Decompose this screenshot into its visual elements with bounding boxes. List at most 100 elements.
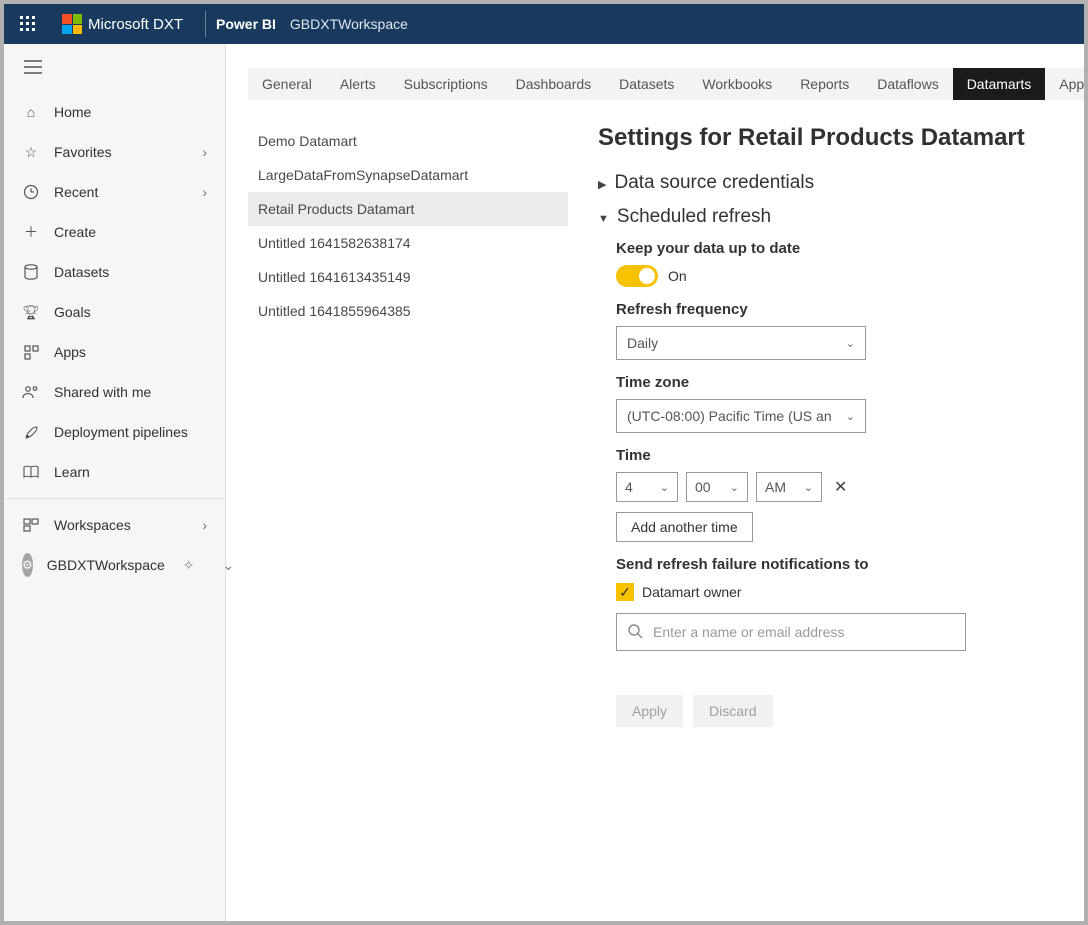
- chevron-down-icon: ⌄: [846, 337, 855, 350]
- chevron-down-icon: ⌄: [846, 410, 855, 423]
- search-icon: [627, 623, 643, 642]
- microsoft-squares-icon: [62, 14, 82, 34]
- toggle-state-label: On: [668, 268, 687, 284]
- workspaces-icon: [22, 518, 40, 532]
- timezone-select[interactable]: (UTC-08:00) Pacific Time (US an ⌄: [616, 399, 866, 433]
- microsoft-logo: Microsoft DXT: [62, 14, 183, 34]
- time-hour-value: 4: [625, 479, 633, 495]
- time-minute-value: 00: [695, 479, 711, 495]
- sidebar-item-learn[interactable]: Learn: [4, 452, 225, 492]
- content-area: GeneralAlertsSubscriptionsDashboardsData…: [226, 44, 1084, 921]
- sidebar-item-label: Deployment pipelines: [54, 424, 188, 440]
- keep-data-label: Keep your data up to date: [616, 240, 1052, 257]
- sidebar-item-label: Recent: [54, 184, 98, 200]
- time-ampm-value: AM: [765, 479, 786, 495]
- section-refresh-toggle[interactable]: Scheduled refresh: [598, 206, 1052, 228]
- book-icon: [22, 465, 40, 479]
- notify-label: Send refresh failure notifications to: [616, 556, 1052, 573]
- tab-general[interactable]: General: [248, 68, 326, 100]
- people-icon: [22, 385, 40, 399]
- tab-workbooks[interactable]: Workbooks: [688, 68, 786, 100]
- remove-time-button[interactable]: ✕: [830, 477, 851, 497]
- tab-datasets[interactable]: Datasets: [605, 68, 688, 100]
- current-workspace-label: GBDXTWorkspace: [47, 557, 165, 573]
- datamart-list-item[interactable]: LargeDataFromSynapseDatamart: [248, 158, 568, 192]
- apply-button[interactable]: Apply: [616, 695, 683, 727]
- add-time-button[interactable]: Add another time: [616, 512, 753, 542]
- sidebar-item-favorites[interactable]: ☆ Favorites ›: [4, 132, 225, 172]
- scheduled-refresh-toggle[interactable]: [616, 265, 658, 287]
- page-title: Settings for Retail Products Datamart: [598, 124, 1052, 152]
- rocket-icon: [22, 424, 40, 440]
- app-launcher-button[interactable]: [4, 4, 52, 44]
- sidebar-item-label: Learn: [54, 464, 90, 480]
- sidebar-item-label: Home: [54, 104, 91, 120]
- tab-dashboards[interactable]: Dashboards: [502, 68, 606, 100]
- trophy-icon: 🏆︎: [22, 304, 40, 321]
- datamart-list-item[interactable]: Untitled 1641855964385: [248, 294, 568, 328]
- sidebar-item-datasets[interactable]: Datasets: [4, 252, 225, 292]
- tab-datamarts[interactable]: Datamarts: [953, 68, 1046, 100]
- plus-icon: ＋: [22, 222, 40, 242]
- sidebar-item-label: Datasets: [54, 264, 109, 280]
- tab-app[interactable]: App: [1045, 68, 1084, 100]
- chevron-right-icon: ›: [202, 517, 207, 533]
- sidebar-item-shared[interactable]: Shared with me: [4, 372, 225, 412]
- chevron-down-icon: ⌄: [804, 481, 813, 494]
- notify-email-input-wrapper: [616, 613, 966, 651]
- header-workspace-name: GBDXTWorkspace: [290, 16, 408, 32]
- notify-owner-checkbox[interactable]: ✓: [616, 583, 634, 601]
- sidebar-item-recent[interactable]: Recent ›: [4, 172, 225, 212]
- datamart-list-item[interactable]: Untitled 1641613435149: [248, 260, 568, 294]
- time-label: Time: [616, 447, 1052, 464]
- timezone-label: Time zone: [616, 374, 1052, 391]
- apps-icon: [22, 345, 40, 360]
- settings-tabs: GeneralAlertsSubscriptionsDashboardsData…: [248, 68, 1062, 100]
- frequency-label: Refresh frequency: [616, 301, 1052, 318]
- datamart-list-item[interactable]: Demo Datamart: [248, 124, 568, 158]
- sidebar-item-goals[interactable]: 🏆︎ Goals: [4, 292, 225, 332]
- section-credentials-label: Data source credentials: [614, 172, 814, 194]
- time-ampm-select[interactable]: AM ⌄: [756, 472, 822, 502]
- sidebar-item-apps[interactable]: Apps: [4, 332, 225, 372]
- notify-owner-label: Datamart owner: [642, 584, 742, 600]
- section-refresh-label: Scheduled refresh: [617, 206, 771, 228]
- tab-dataflows[interactable]: Dataflows: [863, 68, 952, 100]
- sidebar-item-label: Workspaces: [54, 517, 131, 533]
- settings-panel: Settings for Retail Products Datamart Da…: [598, 124, 1062, 921]
- triangle-right-icon: [598, 172, 606, 194]
- sidebar-current-workspace[interactable]: ⚙︎ GBDXTWorkspace ✧ ⌄: [4, 545, 225, 585]
- tab-alerts[interactable]: Alerts: [326, 68, 390, 100]
- star-icon: ☆: [22, 144, 40, 161]
- sidebar-item-workspaces[interactable]: Workspaces ›: [4, 505, 225, 545]
- sidebar-item-create[interactable]: ＋ Create: [4, 212, 225, 252]
- discard-button[interactable]: Discard: [693, 695, 772, 727]
- datamart-list-item[interactable]: Untitled 1641582638174: [248, 226, 568, 260]
- notify-email-input[interactable]: [653, 624, 955, 640]
- waffle-icon: [20, 16, 36, 32]
- timezone-value: (UTC-08:00) Pacific Time (US an: [627, 408, 837, 424]
- frequency-select[interactable]: Daily ⌄: [616, 326, 866, 360]
- header-app-name: Power BI: [216, 16, 276, 32]
- chevron-down-icon: ⌄: [730, 481, 739, 494]
- datamart-list: Demo DatamartLargeDataFromSynapseDatamar…: [248, 124, 568, 921]
- tab-subscriptions[interactable]: Subscriptions: [390, 68, 502, 100]
- home-icon: ⌂: [22, 104, 40, 120]
- frequency-value: Daily: [627, 335, 658, 351]
- triangle-down-icon: [598, 206, 609, 228]
- sidebar-item-home[interactable]: ⌂ Home: [4, 92, 225, 132]
- tab-reports[interactable]: Reports: [786, 68, 863, 100]
- time-hour-select[interactable]: 4 ⌄: [616, 472, 678, 502]
- chevron-down-icon: ⌄: [660, 481, 669, 494]
- time-minute-select[interactable]: 00 ⌄: [686, 472, 748, 502]
- workspace-avatar-icon: ⚙︎: [22, 553, 33, 577]
- section-credentials-toggle[interactable]: Data source credentials: [598, 172, 1052, 194]
- database-icon: [22, 264, 40, 280]
- chevron-right-icon: ›: [202, 144, 207, 160]
- sidebar-item-label: Shared with me: [54, 384, 151, 400]
- sidebar-item-label: Create: [54, 224, 96, 240]
- sidebar-item-pipelines[interactable]: Deployment pipelines: [4, 412, 225, 452]
- datamart-list-item[interactable]: Retail Products Datamart: [248, 192, 568, 226]
- hamburger-icon[interactable]: [24, 60, 42, 77]
- sidebar-item-label: Goals: [54, 304, 91, 320]
